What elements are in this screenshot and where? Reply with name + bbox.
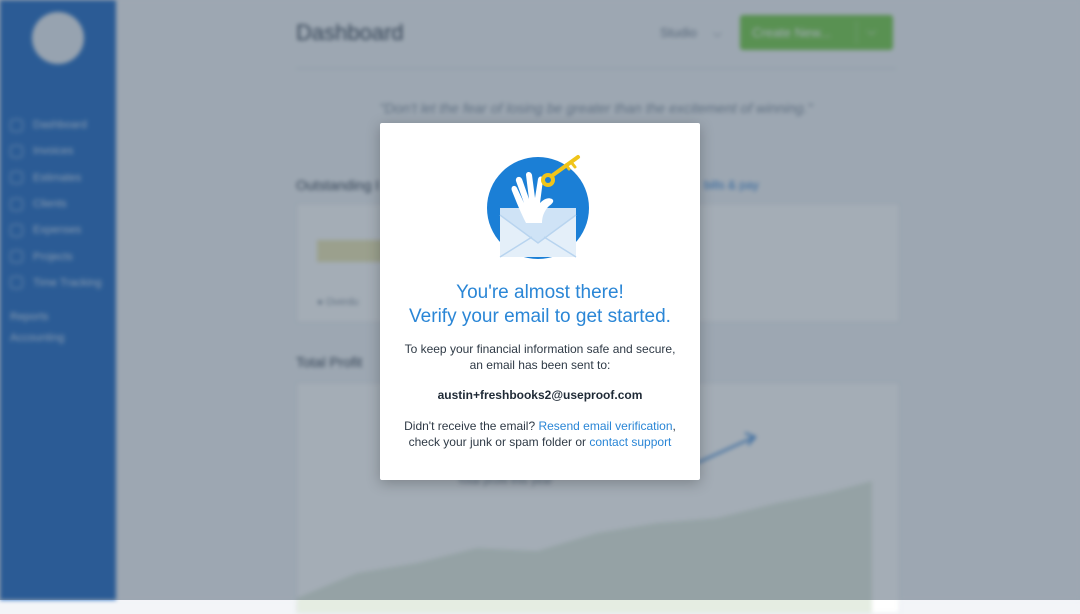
modal-headline: You're almost there! Verify your email t… [380,281,700,328]
resend-instructions: Didn't receive the email? Resend email v… [404,419,676,449]
resend-verification-link[interactable]: Resend email verification [538,419,672,433]
verification-email-address: austin+freshbooks2@useproof.com [437,388,643,402]
hand-key-envelope-icon [487,155,589,259]
contact-support-link[interactable]: contact support [589,435,671,449]
modal-body-text: To keep your financial information safe … [404,342,676,372]
headline-line-2: Verify your email to get started. [409,305,671,327]
headline-line-1: You're almost there! [456,282,624,303]
verify-email-modal: You're almost there! Verify your email t… [380,123,700,480]
